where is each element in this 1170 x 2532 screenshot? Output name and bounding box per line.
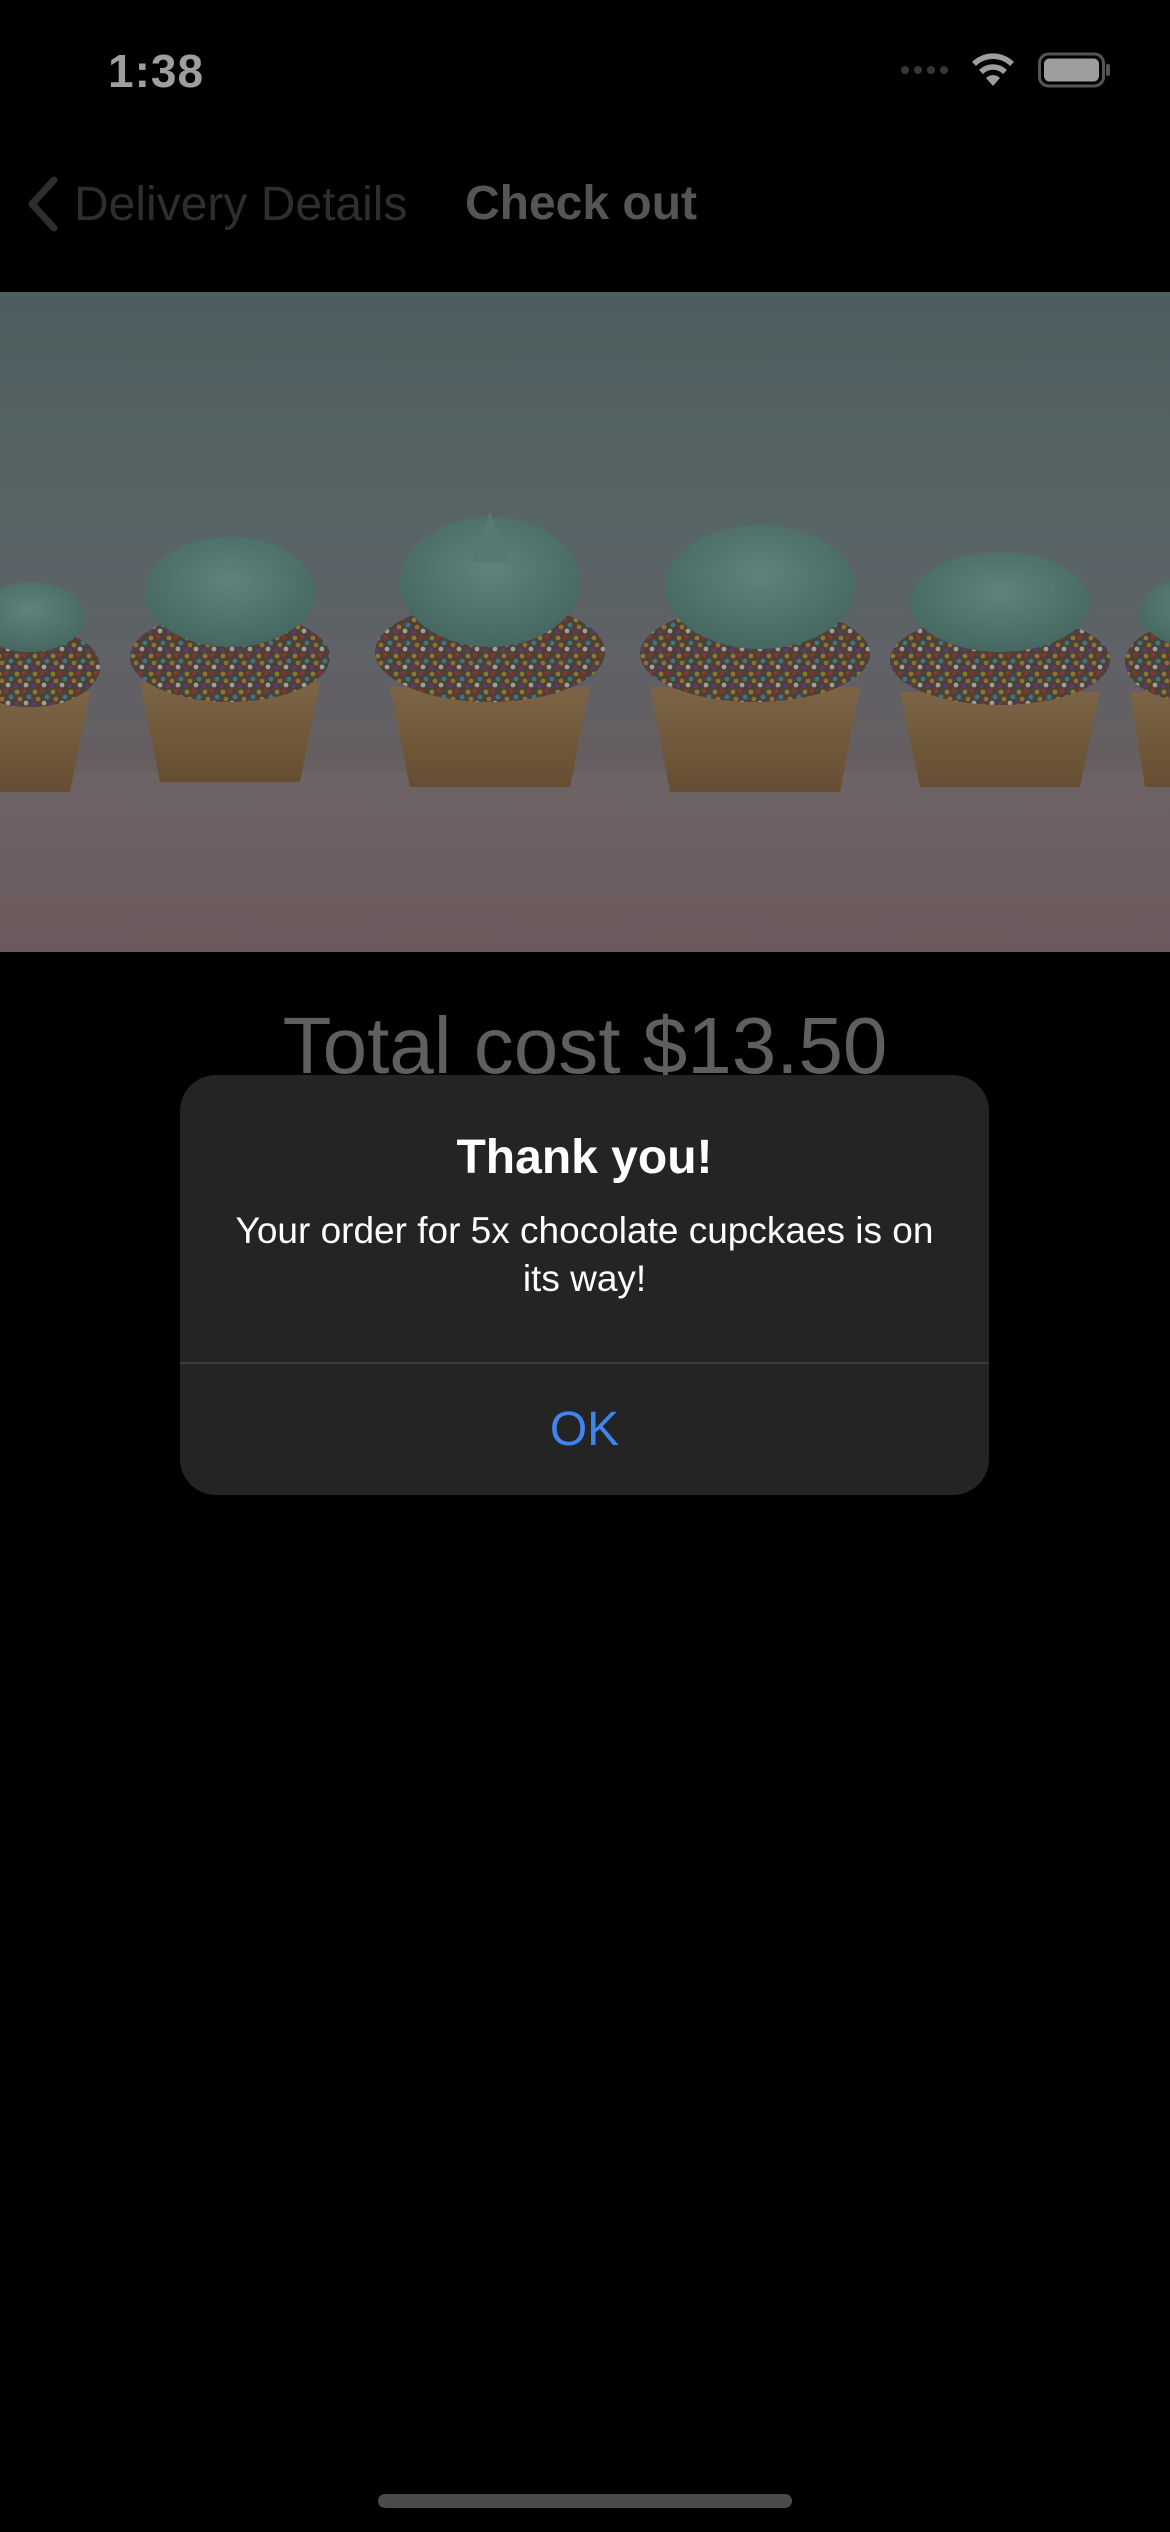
home-indicator[interactable] [378,2494,792,2508]
alert-title: Thank you! [456,1131,713,1184]
alert-message: Your order for 5x chocolate cupckaes is … [235,1210,934,1299]
alert-dialog: Thank you! Your order for 5x chocolate c… [180,1075,989,1495]
app-screen: 1:38 Delivery Details Check out Total co… [0,0,1170,2532]
ok-button[interactable]: OK [180,1364,989,1495]
